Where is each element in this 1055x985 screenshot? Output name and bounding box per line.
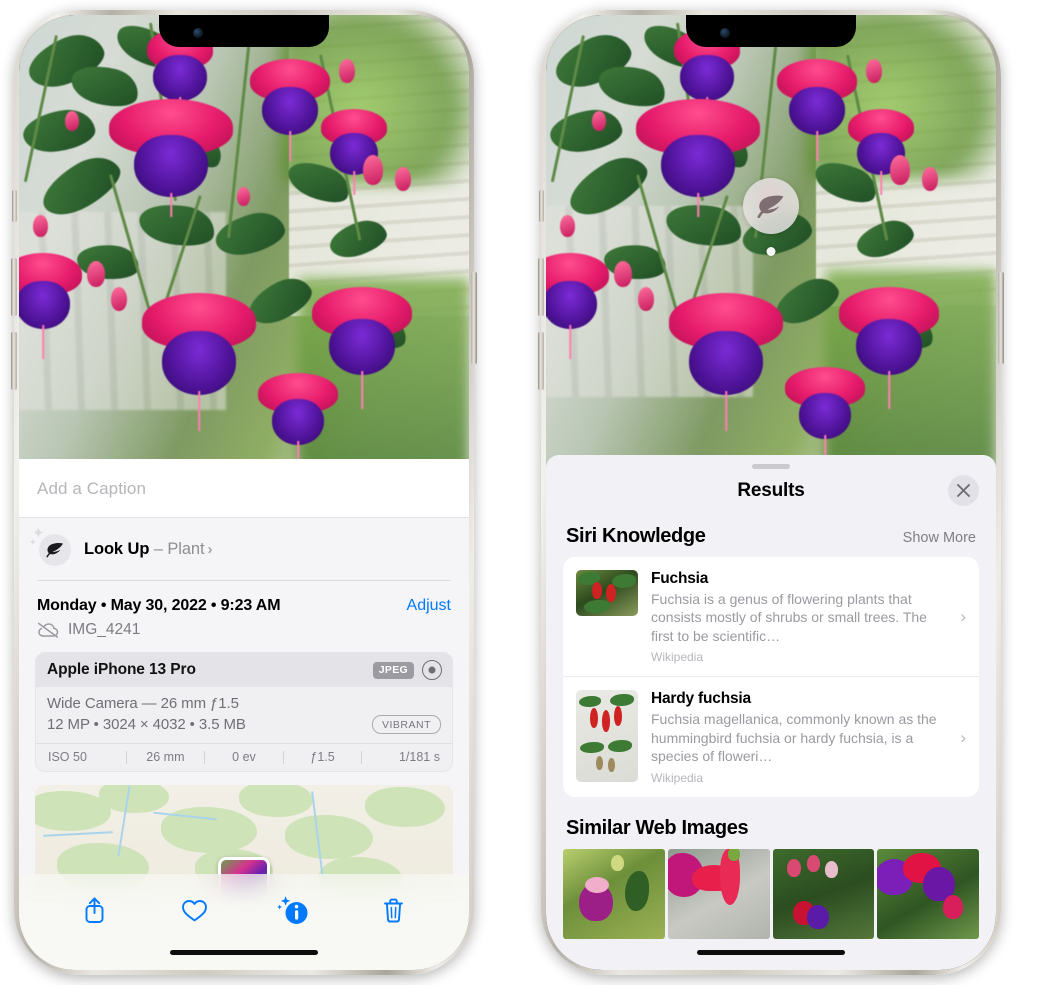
exif-aperture: ƒ1.5 (310, 750, 335, 764)
cloud-slash-icon (37, 622, 59, 638)
caption-input[interactable]: Add a Caption (37, 479, 451, 499)
chevron-right-icon: › (960, 607, 966, 627)
share-icon (85, 897, 104, 923)
visual-lookup-dot (766, 247, 776, 256)
look-up-subject: Plant (167, 539, 205, 558)
photo-image[interactable] (546, 15, 996, 470)
result-title: Fuchsia (651, 570, 709, 587)
mute-switch[interactable] (12, 190, 17, 222)
caption-field-row[interactable]: Add a Caption (19, 459, 469, 518)
photo-meta-row: Monday • May 30, 2022 • 9:23 AM Adjust (19, 581, 469, 617)
camera-info-card: Apple iPhone 13 Pro JPEG Wide Camera — 2… (35, 652, 453, 772)
power-button[interactable] (471, 272, 477, 364)
file-name: IMG_4241 (68, 621, 141, 638)
adjust-button[interactable]: Adjust (407, 597, 451, 615)
notch (159, 15, 329, 47)
show-more-button[interactable]: Show More (903, 530, 976, 546)
right-phone: Results Siri Knowledge Show More Fuchsia… (538, 10, 1004, 975)
look-up-dash: – (149, 539, 168, 558)
size-info: 12 MP • 3024 × 4032 • 3.5 MB (47, 716, 246, 733)
web-image-thumbnail[interactable] (667, 848, 770, 939)
photo-date: Monday • May 30, 2022 • 9:23 AM (37, 597, 281, 614)
sheet-title: Results (737, 480, 805, 501)
close-icon (957, 484, 970, 497)
power-button[interactable] (998, 272, 1004, 364)
delete-button[interactable] (371, 890, 415, 930)
volume-up-button[interactable] (538, 258, 544, 316)
look-up-row[interactable]: ✦ ✦ Look Up – Plant › (19, 518, 469, 580)
look-up-badge: ✦ ✦ (29, 526, 71, 566)
siri-knowledge-header: Siri Knowledge Show More (546, 521, 996, 557)
photo-image[interactable] (19, 15, 469, 485)
raw-circle-icon (422, 660, 442, 680)
exif-exposure: 0 ev (232, 750, 256, 764)
photo-toolbar (19, 874, 469, 970)
chevron-right-icon: › (960, 727, 966, 747)
notch (686, 15, 856, 47)
sheet-header: Results (546, 469, 996, 521)
knowledge-card: Fuchsia Fuchsia is a genus of flowering … (563, 557, 979, 797)
result-thumbnail (576, 690, 638, 783)
exif-focal: 26 mm (146, 750, 185, 764)
camera-model: Apple iPhone 13 Pro (47, 661, 196, 678)
info-sparkle-icon (276, 895, 308, 924)
camera-body: Wide Camera — 26 mm ƒ1.5 12 MP • 3024 × … (36, 687, 452, 743)
camera-header: Apple iPhone 13 Pro JPEG (36, 653, 452, 687)
close-button[interactable] (948, 475, 979, 506)
favorite-button[interactable] (172, 890, 216, 930)
heart-icon (181, 899, 207, 921)
list-item[interactable]: Fuchsia Fuchsia is a genus of flowering … (563, 557, 979, 676)
web-image-thumbnail[interactable] (772, 848, 875, 939)
exif-row: ISO 50 26 mm 0 ev ƒ1.5 1/181 s (36, 743, 452, 771)
style-badge: VIBRANT (371, 715, 441, 734)
trash-icon (383, 898, 403, 922)
leaf-icon (757, 195, 784, 218)
left-phone: Add a Caption ✦ ✦ Look Up – Plant › Mond… (11, 10, 477, 975)
result-title: Hardy fuchsia (651, 690, 751, 708)
result-source: Wikipedia (651, 650, 704, 665)
home-indicator[interactable] (697, 950, 845, 955)
screenshot-root: Add a Caption ✦ ✦ Look Up – Plant › Mond… (0, 0, 1055, 985)
share-button[interactable] (73, 890, 117, 930)
exif-iso: ISO 50 (48, 750, 87, 764)
volume-down-button[interactable] (538, 332, 544, 390)
right-screen: Results Siri Knowledge Show More Fuchsia… (546, 15, 996, 970)
result-description: Fuchsia magellanica, commonly known as t… (651, 711, 937, 765)
look-up-label: Look Up – Plant › (84, 540, 212, 559)
web-image-thumbnail[interactable] (877, 848, 979, 939)
lens-info: Wide Camera — 26 mm ƒ1.5 (47, 695, 239, 712)
result-description: Fuchsia is a genus of flowering plants t… (651, 591, 927, 644)
leaf-icon (46, 543, 63, 558)
look-up-title: Look Up (84, 539, 150, 558)
front-camera (720, 28, 730, 38)
home-indicator[interactable] (170, 950, 318, 955)
volume-down-button[interactable] (11, 332, 17, 390)
left-screen: Add a Caption ✦ ✦ Look Up – Plant › Mond… (19, 15, 469, 970)
siri-knowledge-title: Siri Knowledge (566, 525, 706, 547)
sparkle-icon-small: ✦ (29, 537, 37, 547)
file-name-row: IMG_4241 (19, 617, 469, 652)
similar-web-images-title: Similar Web Images (566, 816, 749, 839)
visual-lookup-badge[interactable] (743, 178, 799, 234)
result-thumbnail (576, 570, 638, 616)
info-button[interactable] (272, 890, 316, 930)
chevron-right-icon: › (207, 540, 213, 558)
results-sheet: Results Siri Knowledge Show More Fuchsia… (546, 455, 996, 970)
front-camera (193, 28, 203, 38)
list-item[interactable]: Hardy fuchsia Fuchsia magellanica, commo… (563, 676, 979, 796)
web-image-thumbnail[interactable] (563, 848, 665, 939)
format-badge: JPEG (372, 661, 414, 679)
exif-shutter: 1/181 s (398, 750, 440, 764)
result-source: Wikipedia (651, 770, 704, 785)
volume-up-button[interactable] (11, 258, 17, 316)
mute-switch[interactable] (539, 190, 544, 222)
web-images-strip[interactable] (546, 848, 996, 939)
